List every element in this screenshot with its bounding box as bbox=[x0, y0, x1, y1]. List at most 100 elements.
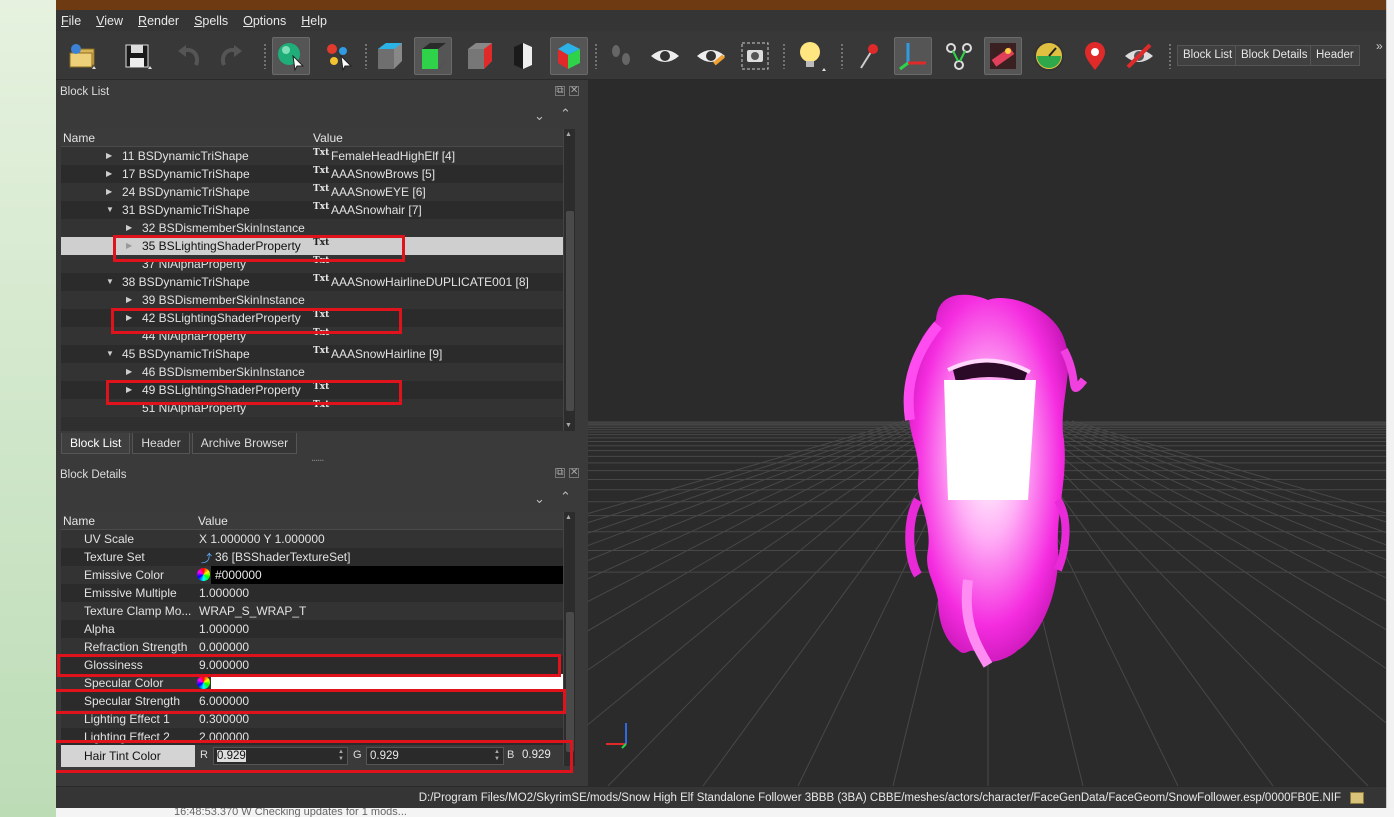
axes-icon[interactable] bbox=[894, 37, 932, 75]
tree-row[interactable]: ▶ 32 BSDismemberSkinInstance bbox=[61, 219, 563, 237]
detail-row[interactable]: Alpha 1.000000 bbox=[61, 620, 563, 638]
detail-row[interactable]: UV Scale X 1.000000 Y 1.000000 bbox=[61, 530, 563, 548]
toolbar-header-button[interactable]: Header bbox=[1310, 45, 1360, 66]
tree-row[interactable]: 51 NiAlphaProperty Txt bbox=[61, 399, 563, 417]
cube-flat-icon[interactable] bbox=[504, 37, 542, 75]
expanded-arrow-icon[interactable]: ▼ bbox=[106, 205, 114, 214]
select-vertex-icon[interactable] bbox=[320, 37, 358, 75]
nodes-icon[interactable] bbox=[940, 37, 978, 75]
menu-file[interactable]: File bbox=[61, 14, 81, 28]
color-swatch[interactable] bbox=[211, 674, 563, 692]
cube-shaded-icon[interactable] bbox=[370, 37, 408, 75]
float-icon[interactable]: ⧉ bbox=[555, 86, 565, 96]
location-icon[interactable] bbox=[1076, 37, 1114, 75]
detail-row[interactable]: Texture Set ⤴ 36 [BSShaderTextureSet] bbox=[61, 548, 563, 566]
detail-row[interactable]: Specular Strength 6.000000 bbox=[61, 692, 563, 710]
tree-row[interactable]: ▶ 39 BSDismemberSkinInstance bbox=[61, 291, 563, 309]
expanded-arrow-icon[interactable]: ▼ bbox=[106, 349, 114, 358]
collapse-all-icon[interactable]: ⌄ bbox=[534, 108, 545, 124]
detail-row[interactable]: Lighting Effect 2 2.000000 bbox=[61, 728, 563, 746]
col-name[interactable]: Name bbox=[63, 131, 95, 145]
collapsed-arrow-icon[interactable]: ▶ bbox=[126, 367, 132, 376]
collapsed-arrow-icon[interactable]: ▶ bbox=[106, 151, 112, 160]
block-list-tree[interactable]: Name Value ▶ 11 BSDynamicTriShape Txt Femal… bbox=[61, 129, 563, 431]
detail-row[interactable]: Glossiness 9.000000 bbox=[61, 656, 563, 674]
g-spinbox[interactable]: 0.929 ▲ ▼ bbox=[366, 747, 504, 765]
float-icon[interactable]: ⧉ bbox=[555, 468, 565, 478]
texture-icon[interactable] bbox=[984, 37, 1022, 75]
tree-row[interactable]: ▶ 17 BSDynamicTriShape Txt AAASnowBrows [5] bbox=[61, 165, 563, 183]
detail-row[interactable]: Specular Color bbox=[61, 674, 563, 692]
expanded-arrow-icon[interactable]: ▼ bbox=[106, 277, 114, 286]
collapsed-arrow-icon[interactable]: ▶ bbox=[126, 385, 132, 394]
block-list-scrollbar[interactable]: ▲ ▼ bbox=[563, 129, 575, 431]
g-value[interactable]: 0.929 bbox=[370, 750, 399, 762]
eye-icon[interactable] bbox=[646, 37, 684, 75]
collapsed-arrow-icon[interactable]: ▶ bbox=[106, 187, 112, 196]
cube-red-icon[interactable] bbox=[460, 37, 498, 75]
col-value[interactable]: Value bbox=[313, 131, 343, 145]
tree-row[interactable]: ▼ 31 BSDynamicTriShape Txt AAASnowhair [7] bbox=[61, 201, 563, 219]
file-icon[interactable] bbox=[1350, 792, 1364, 804]
screenshot-icon[interactable] bbox=[736, 37, 774, 75]
link-icon[interactable]: ⤴ bbox=[201, 550, 212, 566]
detail-row[interactable]: Refraction Strength 0.000000 bbox=[61, 638, 563, 656]
tree-row[interactable]: 37 NiAlphaProperty Txt bbox=[61, 255, 563, 273]
collapsed-arrow-icon[interactable]: ▶ bbox=[126, 223, 132, 232]
block-details-scrollbar[interactable]: ▲ bbox=[563, 512, 575, 766]
expand-all-icon[interactable]: ⌃ bbox=[560, 106, 571, 122]
eye-edit-icon[interactable] bbox=[692, 37, 730, 75]
collapsed-arrow-icon[interactable]: ▶ bbox=[126, 295, 132, 304]
undo-icon[interactable] bbox=[170, 37, 208, 75]
r-spinbox[interactable]: 0.929 ▲ ▼ bbox=[213, 747, 348, 765]
b-spinbox[interactable]: 0.929 bbox=[519, 747, 563, 765]
col-name[interactable]: Name bbox=[63, 514, 95, 528]
tree-row[interactable]: ▶ 42 BSLightingShaderProperty Txt bbox=[61, 309, 563, 327]
detail-row[interactable]: Emissive Multiple 1.000000 bbox=[61, 584, 563, 602]
r-value[interactable]: 0.929 bbox=[217, 750, 246, 762]
gauge-icon[interactable] bbox=[1030, 37, 1068, 75]
collapsed-arrow-icon[interactable]: ▶ bbox=[126, 241, 132, 250]
b-value[interactable]: 0.929 bbox=[522, 749, 551, 761]
tab-archive-browser[interactable]: Archive Browser bbox=[191, 433, 298, 454]
menu-view[interactable]: View bbox=[96, 14, 123, 28]
tree-row[interactable]: ▶ 35 BSLightingShaderProperty Txt bbox=[61, 237, 563, 255]
toolbar-block-details-button[interactable]: Block Details bbox=[1235, 45, 1314, 66]
load-icon[interactable] bbox=[64, 37, 102, 75]
collapsed-arrow-icon[interactable]: ▶ bbox=[126, 313, 132, 322]
tree-row[interactable]: 44 NiAlphaProperty Txt bbox=[61, 327, 563, 345]
close-icon[interactable]: ✕ bbox=[569, 86, 579, 96]
tree-row[interactable]: ▼ 38 BSDynamicTriShape Txt AAASnowHairlineD… bbox=[61, 273, 563, 291]
toolbar-block-list-button[interactable]: Block List bbox=[1177, 45, 1239, 66]
menu-help[interactable]: Help bbox=[301, 14, 327, 28]
3d-viewport[interactable] bbox=[588, 80, 1386, 786]
tree-row[interactable]: ▶ 24 BSDynamicTriShape Txt AAASnowEYE [6] bbox=[61, 183, 563, 201]
toolbar-overflow-icon[interactable]: » bbox=[1376, 39, 1383, 53]
splitter-handle[interactable]: ...... bbox=[311, 452, 324, 464]
select-object-icon[interactable] bbox=[272, 37, 310, 75]
color-wheel-icon[interactable] bbox=[197, 676, 210, 689]
save-icon[interactable] bbox=[118, 37, 156, 75]
col-value[interactable]: Value bbox=[198, 514, 228, 528]
block-details-table[interactable]: Name Value UV Scale X 1.000000 Y 1.000000… bbox=[61, 512, 563, 746]
close-icon[interactable]: ✕ bbox=[569, 468, 579, 478]
menu-spells[interactable]: Spells bbox=[194, 14, 228, 28]
redo-icon[interactable] bbox=[212, 37, 250, 75]
light-bulb-icon[interactable] bbox=[792, 37, 830, 75]
color-swatch[interactable] bbox=[211, 566, 563, 584]
collapsed-arrow-icon[interactable]: ▶ bbox=[106, 169, 112, 178]
cube-green-icon[interactable] bbox=[414, 37, 452, 75]
tree-row[interactable]: ▶ 46 BSDismemberSkinInstance bbox=[61, 363, 563, 381]
collapse-all-icon[interactable]: ⌄ bbox=[534, 491, 545, 507]
menu-render[interactable]: Render bbox=[138, 14, 179, 28]
tree-row[interactable]: ▶ 49 BSLightingShaderProperty Txt bbox=[61, 381, 563, 399]
cube-rgb-icon[interactable] bbox=[550, 37, 588, 75]
hide-icon[interactable] bbox=[1120, 37, 1158, 75]
tree-row[interactable]: ▶ 11 BSDynamicTriShape Txt FemaleHeadHighEl… bbox=[61, 147, 563, 165]
footprints-icon[interactable] bbox=[602, 37, 640, 75]
detail-row[interactable]: Emissive Color #000000 bbox=[61, 566, 563, 584]
pin-icon[interactable] bbox=[850, 37, 888, 75]
tab-block-list[interactable]: Block List bbox=[61, 433, 131, 454]
expand-all-icon[interactable]: ⌃ bbox=[560, 489, 571, 505]
color-wheel-icon[interactable] bbox=[197, 568, 210, 581]
